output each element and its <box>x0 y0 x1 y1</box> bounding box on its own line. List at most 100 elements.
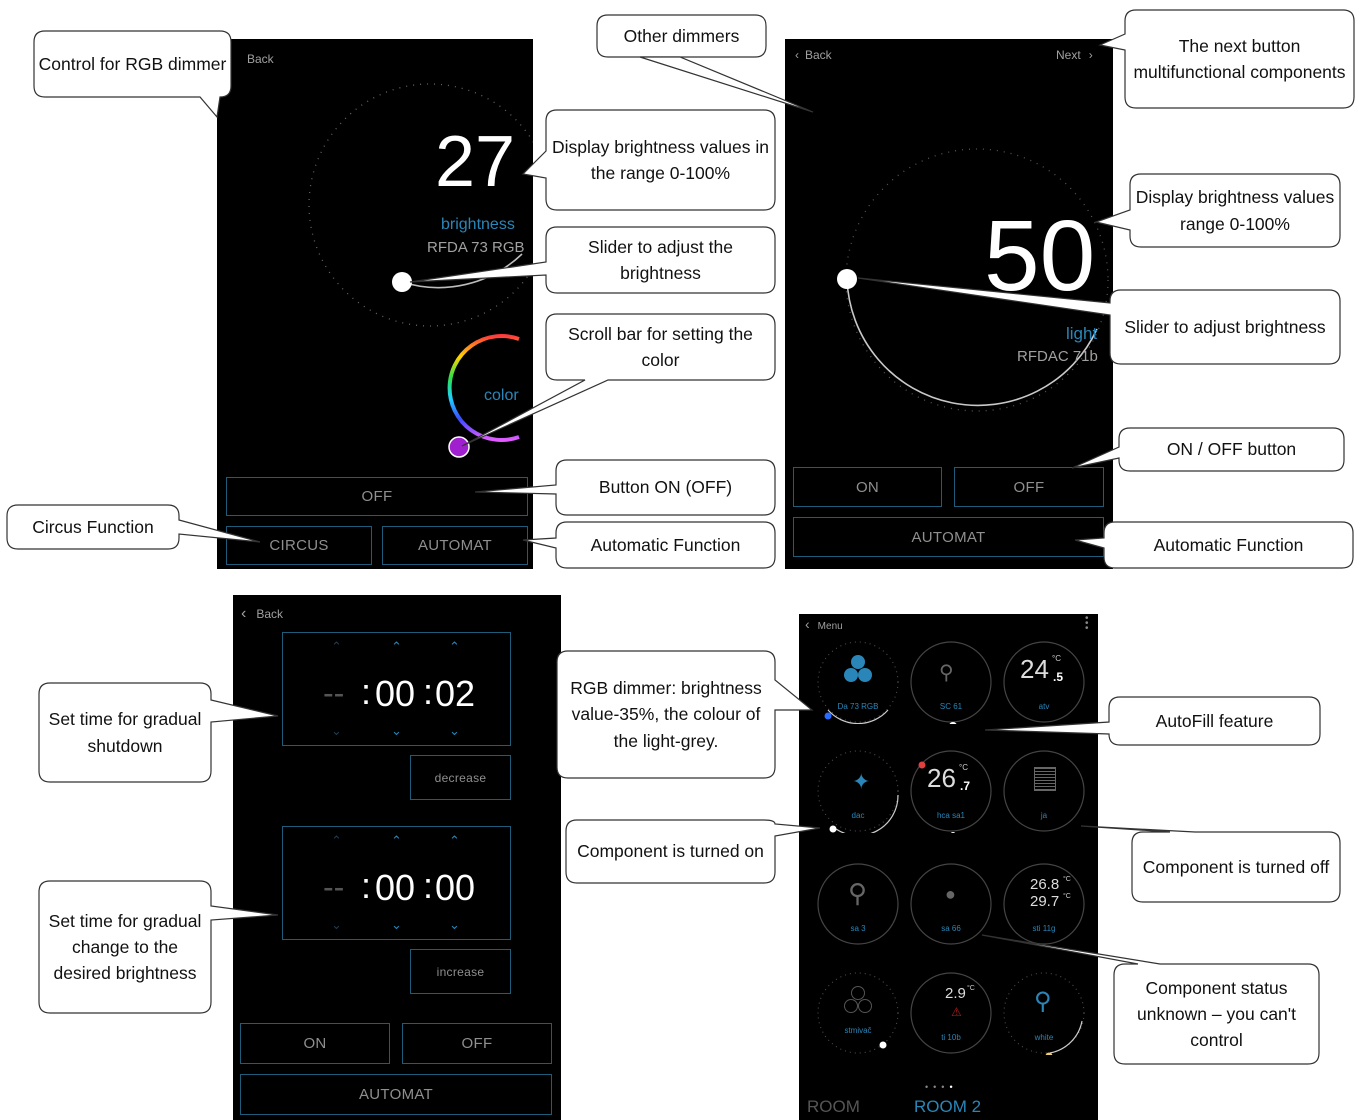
timer-screen: ‹ Back ⌃ ⌃ ⌃ -- : 00 : 02 ⌄ ⌄ ⌄ decrease … <box>233 595 561 1120</box>
light-label: light <box>1066 324 1098 343</box>
tile-sc61[interactable]: ⚲ SC 61 <box>909 640 993 730</box>
tile-sti11g[interactable]: 26.8 °C 29.7 °C sti 11g <box>1002 862 1086 946</box>
tile-sa3[interactable]: ⚲ sa 3 <box>816 862 900 946</box>
minutes-down-arrow[interactable]: ⌄ <box>391 723 402 739</box>
colon-2: : <box>423 865 434 906</box>
tile-rgb-dimmer[interactable]: Da 73 RGB <box>816 640 900 725</box>
tab-room-2[interactable]: ROOM 2 <box>914 1097 981 1117</box>
off-button[interactable]: OFF <box>226 477 528 516</box>
hours-value[interactable]: -- <box>323 675 344 712</box>
temperature-value: 26 <box>927 763 956 793</box>
tile-label: stmivač <box>844 1026 872 1035</box>
tab-room[interactable]: ROOM <box>807 1097 860 1117</box>
minutes-up-arrow[interactable]: ⌃ <box>391 639 402 655</box>
tile-white[interactable]: ⚲ white <box>1002 971 1086 1060</box>
color-label: color <box>484 387 519 404</box>
minutes-value[interactable]: 00 <box>375 673 415 715</box>
tile-stmivac[interactable]: stmivač <box>816 971 900 1055</box>
lamp-outline-icon: ⚲ <box>939 662 954 684</box>
on-button[interactable]: ON <box>240 1023 390 1064</box>
seconds-down-arrow[interactable]: ⌄ <box>449 723 460 739</box>
overflow-menu-icon[interactable]: • • • <box>1085 614 1089 634</box>
colon-1: : <box>361 671 372 712</box>
device-name: RFDA 73 RGB <box>427 239 525 256</box>
drop-icon: ● <box>945 884 956 904</box>
color-slider-handle[interactable] <box>448 436 470 458</box>
hours-down-arrow[interactable]: ⌄ <box>331 723 342 739</box>
seconds-down-arrow[interactable]: ⌄ <box>449 917 460 933</box>
on-button[interactable]: ON <box>793 467 942 507</box>
callout-automatic-2: Automatic Function <box>1153 534 1304 555</box>
callout-set-shutdown: Set time for gradual shutdown <box>48 709 202 756</box>
minutes-down-arrow[interactable]: ⌄ <box>391 917 402 933</box>
tile-label: SC 61 <box>939 702 963 711</box>
off-button[interactable]: OFF <box>402 1023 552 1064</box>
colon-1: : <box>361 865 372 906</box>
callout-control-rgb: Control for RGB dimmer <box>38 53 227 74</box>
automat-button[interactable]: AUTOMAT <box>793 517 1104 557</box>
callout-other-dimmers: Other dimmers <box>623 25 740 46</box>
temperature-value: 24 <box>1020 654 1049 684</box>
minutes-value[interactable]: 00 <box>375 867 415 909</box>
dial-fill <box>401 253 523 289</box>
hours-up-arrow[interactable]: ⌃ <box>331 833 342 849</box>
rgb-dimmer-screen: Back 27 brightness RFDA 73 RGB color OFF… <box>217 39 533 569</box>
seconds-value[interactable]: 00 <box>435 867 475 909</box>
brightness-label: brightness <box>441 216 515 233</box>
callout-next-button: The next button multifunctional componen… <box>1133 35 1346 82</box>
automat-button[interactable]: AUTOMAT <box>382 526 528 565</box>
temperature-value: 2.9 <box>945 985 966 1002</box>
automat-button[interactable]: AUTOMAT <box>240 1074 552 1115</box>
callout-scroll-color: Scroll bar for setting the color <box>568 323 753 370</box>
hours-down-arrow[interactable]: ⌄ <box>331 917 342 933</box>
room-screen: ‹ Menu • • • Da 73 RGB ⚲ SC 61 24 °C .5 atv… <box>799 614 1098 1120</box>
page-indicator: •••• <box>925 1082 958 1092</box>
device-name: RFDAC 71b <box>1017 348 1098 365</box>
tile-ti10b[interactable]: 2.9 °C ⚠ ti 10b <box>909 971 993 1055</box>
warning-icon: ⚠ <box>951 1005 962 1019</box>
rgb-circles-icon <box>843 985 873 1020</box>
tile-label: hca sa1 <box>936 811 966 820</box>
increase-button[interactable]: increase <box>410 949 511 994</box>
circus-button[interactable]: CIRCUS <box>226 526 372 565</box>
seconds-up-arrow[interactable]: ⌃ <box>449 833 460 849</box>
hours-up-arrow[interactable]: ⌃ <box>331 639 342 655</box>
chevron-left-icon: ‹ <box>241 605 247 622</box>
callout-circus: Circus Function <box>32 516 154 537</box>
temperature-unit: °C <box>959 763 968 772</box>
chevron-left-icon: ‹ <box>805 616 810 632</box>
tile-atv[interactable]: 24 °C .5 atv <box>1002 640 1086 724</box>
hours-value[interactable]: -- <box>323 869 344 906</box>
light-value: 50 <box>984 200 1096 312</box>
decrease-button[interactable]: decrease <box>410 755 511 800</box>
tile-dac[interactable]: ✦ dac <box>816 749 900 837</box>
tile-hca-sa1[interactable]: 26 °C .7 hca sa1 <box>909 749 993 838</box>
minutes-up-arrow[interactable]: ⌃ <box>391 833 402 849</box>
light-slider-handle[interactable] <box>837 269 857 289</box>
brightness-slider-handle[interactable] <box>392 272 412 292</box>
temperature-decimal: .7 <box>960 779 971 793</box>
tile-label: sa 66 <box>941 924 961 933</box>
tile-sa66[interactable]: ● sa 66 <box>909 862 993 946</box>
blinds-icon <box>1034 767 1056 791</box>
tile-label: ti 10b <box>941 1033 961 1042</box>
seconds-value[interactable]: 02 <box>435 673 475 715</box>
tile-label: sa 3 <box>850 924 866 933</box>
rgb-circles-icon <box>843 654 873 689</box>
off-button[interactable]: OFF <box>954 467 1104 507</box>
temperature-value-2: 29.7 <box>1030 893 1060 910</box>
tile-ja[interactable]: ja <box>1002 749 1086 833</box>
tile-label: ja <box>1040 811 1048 820</box>
callout-set-change: Set time for gradual change to the desir… <box>48 910 202 984</box>
callout-autofill: AutoFill feature <box>1155 710 1274 731</box>
temperature-unit-2: °C <box>1063 893 1071 900</box>
seconds-up-arrow[interactable]: ⌃ <box>449 639 460 655</box>
back-button[interactable]: ‹ Back <box>241 605 283 623</box>
callout-slider-1: Slider to adjust the brightness <box>588 236 733 283</box>
callout-status-unknown: Component status unknown – you can't con… <box>1136 977 1296 1051</box>
callout-automatic-1: Automatic Function <box>590 534 741 555</box>
menu-button[interactable]: ‹ Menu <box>805 616 843 632</box>
temperature-value-1: 26.8 <box>1030 876 1060 893</box>
tile-ring <box>1003 750 1085 832</box>
callout-button-onoff: Button ON (OFF) <box>598 477 733 498</box>
